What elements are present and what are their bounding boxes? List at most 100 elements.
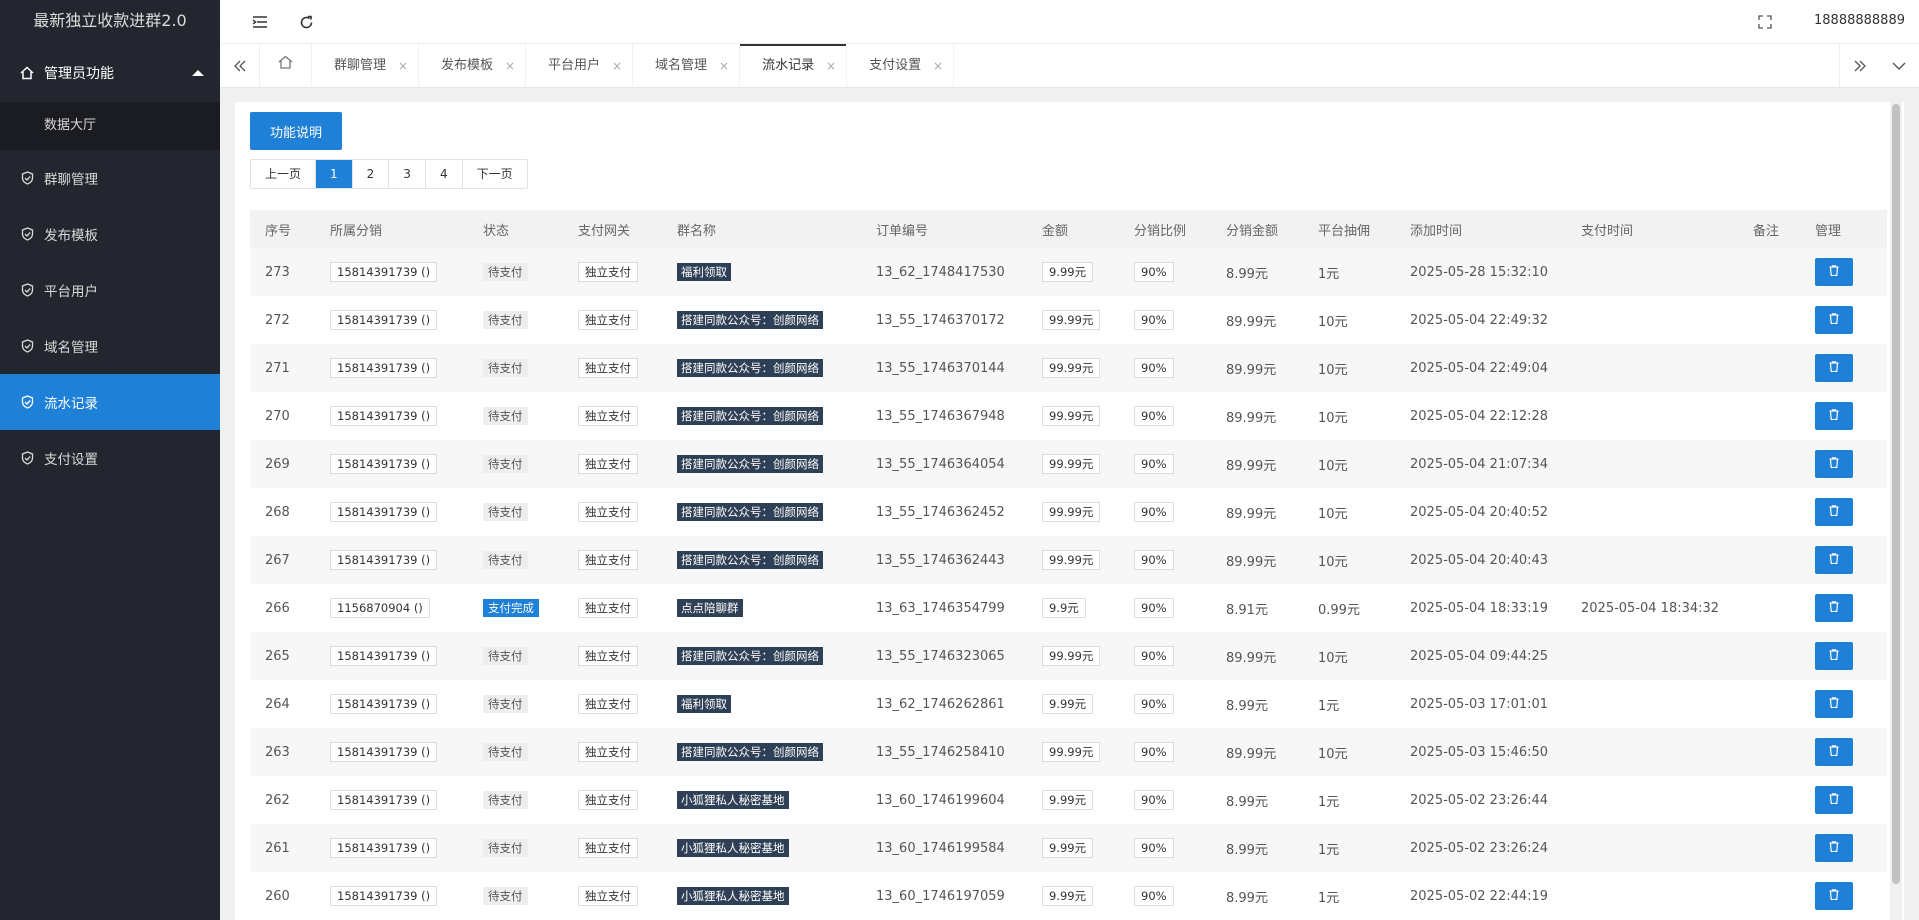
pager-page-button[interactable]: 4 [425,160,463,188]
tab-scroll-right-icon[interactable] [1839,44,1879,88]
pager-page-button[interactable]: 2 [352,160,390,188]
order-number: 13_55_1746367948 [876,408,1005,424]
tab-0[interactable]: 群聊管理 × [312,44,420,88]
ratio-value: 90% [1134,406,1174,426]
table-cell: 15814391739 () [315,838,468,858]
row-id: 267 [265,552,290,568]
added-time: 2025-05-02 22:44:19 [1410,888,1549,904]
app-root: 最新独立收款进群2.0 管理员功能 数据大厅 群聊管理 发布模板 平台用户 域名管理流… [0,0,1919,920]
delete-button[interactable] [1815,546,1853,574]
sidebar-item-5[interactable]: 支付设置 [0,430,220,486]
shield-check-icon [20,283,34,297]
tab-label: 流水记录 [762,58,815,73]
delete-button[interactable] [1815,354,1853,382]
sidebar-item-0[interactable]: 群聊管理 [0,150,220,206]
tab-menu-chevron-down-icon[interactable] [1879,44,1919,88]
pager-page-button[interactable]: 3 [389,160,426,188]
pager-prev-button[interactable]: 上一页 [251,160,317,188]
gateway-value: 独立支付 [578,742,638,762]
table-cell [1800,594,1887,622]
refresh-icon[interactable] [294,10,318,34]
help-button[interactable]: 功能说明 [250,112,342,150]
platform-fee: 10元 [1318,362,1348,378]
table-cell [1800,642,1887,670]
table-cell: 搭建同款公众号：创颜网络 [662,647,861,665]
delete-button[interactable] [1815,402,1853,430]
dist-amount: 89.99元 [1226,554,1277,570]
menu-toggle-icon[interactable] [248,10,272,34]
tab-scroll-left-icon[interactable] [220,44,260,88]
column-header: 备注 [1753,223,1780,239]
sidebar-group-admin[interactable]: 管理员功能 [0,44,220,102]
delete-button[interactable] [1815,882,1853,910]
gateway-value: 独立支付 [578,694,638,714]
delete-button[interactable] [1815,738,1853,766]
platform-fee: 0.99元 [1318,602,1360,618]
group-name-tag: 搭建同款公众号：创颜网络 [677,311,823,329]
table-cell: 99.99元 [1027,310,1119,330]
tab-1[interactable]: 发布模板 × [419,44,527,88]
close-icon[interactable]: × [719,44,729,88]
tab-home[interactable] [260,44,312,88]
vertical-scrollbar[interactable] [1890,102,1902,920]
pager-next-button[interactable]: 下一页 [462,160,527,188]
sidebar-item-dashboard[interactable]: 数据大厅 [0,102,220,150]
close-icon[interactable]: × [826,44,836,88]
close-icon[interactable]: × [505,44,515,88]
order-number: 13_60_1746199604 [876,792,1005,808]
delete-button[interactable] [1815,834,1853,862]
status-badge: 待支付 [483,503,528,521]
delete-button[interactable] [1815,498,1853,526]
column-header: 管理 [1815,223,1842,239]
distributor-value: 1156870904 () [330,598,430,618]
table-cell: 小狐狸私人秘密基地 [662,791,861,809]
table-cell: 90% [1119,598,1211,618]
dist-amount: 8.99元 [1226,794,1268,810]
delete-button[interactable] [1815,594,1853,622]
trash-icon [1829,888,1839,904]
table-cell [1800,450,1887,478]
pagination: 上一页 1 2 3 4 下一页 [250,159,528,189]
close-icon[interactable]: × [398,44,408,88]
delete-button[interactable] [1815,786,1853,814]
fullscreen-icon[interactable] [1753,10,1777,34]
table-row: 270 15814391739 () 待支付 独立支付 搭建同款公众号：创颜网络 13_5… [250,392,1887,440]
tab-2[interactable]: 平台用户 × [526,44,634,88]
sidebar-item-4[interactable]: 流水记录 [0,374,220,430]
user-account[interactable]: 18888888889 [1814,13,1905,28]
tab-bar: 群聊管理 × 发布模板 × 平台用户 × 域名管理 × 流水记录 × 支付设置 × [220,44,1919,88]
platform-fee: 10元 [1318,650,1348,666]
close-icon[interactable]: × [933,44,943,88]
gateway-value: 独立支付 [578,886,638,906]
dist-amount: 89.99元 [1226,362,1277,378]
amount-value: 9.9元 [1042,598,1086,618]
close-icon[interactable]: × [612,44,622,88]
group-name-tag: 搭建同款公众号：创颜网络 [677,743,823,761]
tab-4[interactable]: 流水记录 × [740,44,848,88]
scrollbar-thumb[interactable] [1892,104,1900,884]
table-cell: 15814391739 () [315,406,468,426]
group-name-tag: 福利领取 [677,695,731,713]
delete-button[interactable] [1815,450,1853,478]
delete-button[interactable] [1815,258,1853,286]
table-cell: 90% [1119,742,1211,762]
sidebar-item-2[interactable]: 平台用户 [0,262,220,318]
dist-amount: 8.91元 [1226,602,1268,618]
ratio-value: 90% [1134,358,1174,378]
pager-page-button[interactable]: 1 [316,160,353,188]
table-cell: 待支付 [468,647,563,665]
delete-button[interactable] [1815,306,1853,334]
group-name-tag: 小狐狸私人秘密基地 [677,839,789,857]
order-number: 13_62_1746262861 [876,696,1005,712]
delete-button[interactable] [1815,690,1853,718]
tab-5[interactable]: 支付设置 × [847,44,955,88]
table-cell: 待支付 [468,839,563,857]
sidebar-item-3[interactable]: 域名管理 [0,318,220,374]
paid-time: 2025-05-04 18:34:32 [1581,600,1720,616]
distributor-value: 15814391739 () [330,790,438,810]
sidebar: 最新独立收款进群2.0 管理员功能 数据大厅 群聊管理 发布模板 平台用户 域名管理流… [0,0,220,920]
sidebar-item-1[interactable]: 发布模板 [0,206,220,262]
tab-3[interactable]: 域名管理 × [633,44,741,88]
group-name-tag: 搭建同款公众号：创颜网络 [677,647,823,665]
delete-button[interactable] [1815,642,1853,670]
